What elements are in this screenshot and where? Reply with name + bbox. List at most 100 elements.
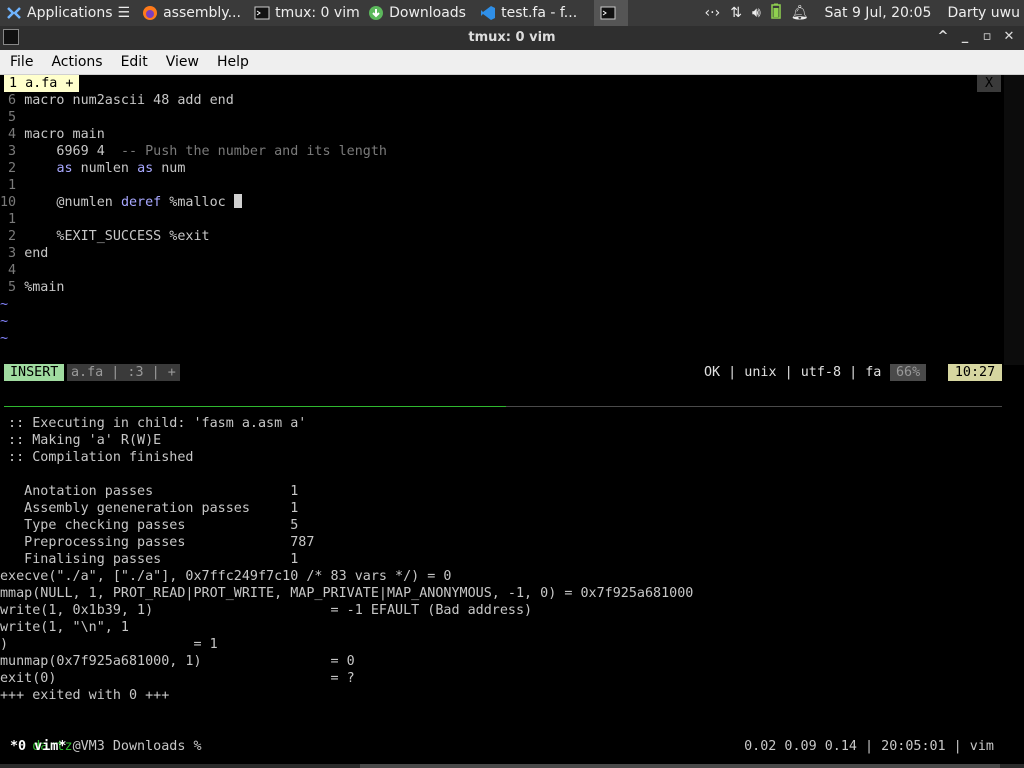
- code-text: %malloc: [161, 195, 234, 210]
- scrollbar[interactable]: [1004, 75, 1024, 365]
- menu-actions[interactable]: Actions: [42, 54, 111, 70]
- code-keyword: as: [137, 161, 154, 176]
- line-number: 3: [0, 144, 17, 159]
- code-text: 6969 4: [24, 144, 121, 159]
- menu-file[interactable]: File: [0, 54, 42, 70]
- scrollbar-thumb[interactable]: [360, 764, 1000, 768]
- menu-help[interactable]: Help: [208, 54, 258, 70]
- code-text: num: [153, 161, 186, 176]
- task-tmux[interactable]: tmux: 0 vim: [248, 0, 362, 26]
- task-label: assembly...: [163, 5, 241, 21]
- vim-line[interactable]: 3 6969 4 -- Push the number and its leng…: [0, 143, 387, 160]
- close-button[interactable]: ✕: [1000, 28, 1018, 46]
- vim-tab-close[interactable]: X: [977, 75, 1001, 92]
- vim-mode: INSERT: [4, 364, 65, 381]
- output-line: ) = 1: [0, 637, 218, 652]
- code-text: macro num2ascii 48 add end: [24, 93, 234, 108]
- task-vscode[interactable]: test.fa - f...: [474, 0, 590, 26]
- tmux-status-right: 0.02 0.09 0.14 | 20:05:01 | vim: [744, 739, 994, 754]
- terminal-icon: [600, 5, 616, 21]
- minimize-button[interactable]: _: [956, 28, 974, 46]
- pane-separator-active: [4, 406, 506, 407]
- tmux-window[interactable]: *0 vim*: [10, 737, 66, 757]
- network-icon[interactable]: ‹·›: [705, 5, 721, 21]
- download-icon: [368, 5, 384, 21]
- maximize-button[interactable]: ▫: [978, 28, 996, 46]
- code-text: @numlen: [24, 195, 121, 210]
- vim-tab[interactable]: 1 a.fa +: [4, 75, 79, 92]
- code-keyword: as: [56, 161, 73, 176]
- vim-cursor-position: 10:27: [948, 364, 1002, 381]
- transfer-icon[interactable]: ⇅: [730, 5, 742, 21]
- separator: ☰: [117, 5, 131, 21]
- output-line: write(1, 0x1b39, 1) = -1 EFAULT (Bad add…: [0, 603, 533, 618]
- output-line: :: Compilation finished: [0, 450, 194, 465]
- line-number: 5: [0, 110, 17, 125]
- vim-empty-line-marker: ~: [0, 314, 9, 329]
- code-text: macro main: [24, 127, 105, 142]
- battery-icon[interactable]: [771, 3, 781, 23]
- vim-line[interactable]: 3 end: [0, 245, 48, 262]
- code-text: numlen: [72, 161, 138, 176]
- text-cursor: [233, 194, 242, 208]
- task-label: Downloads: [389, 5, 466, 21]
- code-text: %main: [24, 280, 65, 295]
- line-number: 4: [0, 263, 17, 278]
- line-number: 10: [0, 195, 17, 210]
- tmux-statusbar: *0 vim* 0.02 0.09 0.14 | 20:05:01 | vim: [0, 737, 1024, 757]
- output-line: munmap(0x7f925a681000, 1) = 0: [0, 654, 355, 669]
- task-downloads[interactable]: Downloads: [362, 0, 474, 26]
- code-text: %EXIT_SUCCESS %exit: [24, 229, 210, 244]
- vim-empty-line-marker: ~: [0, 331, 9, 346]
- volume-icon[interactable]: 🔊︎: [752, 5, 761, 21]
- menu-view[interactable]: View: [157, 54, 208, 70]
- line-number: 5: [0, 280, 17, 295]
- output-line: exit(0) = ?: [0, 671, 355, 686]
- line-number: 1: [0, 178, 17, 193]
- vim-line[interactable]: 5: [0, 109, 24, 126]
- line-number: 2: [0, 161, 17, 176]
- window-titlebar[interactable]: tmux: 0 vim ^ _ ▫ ✕: [0, 26, 1024, 50]
- output-line: :: Executing in child: 'fasm a.asm a': [0, 416, 307, 431]
- terminal-area[interactable]: 1 a.fa + X 6 macro num2ascii 48 add end …: [0, 75, 1024, 768]
- firefox-icon: [142, 5, 158, 21]
- applications-label: Applications: [27, 5, 113, 21]
- vim-line[interactable]: 1: [0, 211, 24, 228]
- code-comment: -- Push the number and its length: [120, 144, 387, 159]
- top-panel: Applications ☰ assembly... tmux: 0 vim D…: [0, 0, 1024, 26]
- notification-bell-icon[interactable]: 🔔︎: [791, 5, 809, 21]
- line-number: 4: [0, 127, 17, 142]
- task-terminal-active[interactable]: [594, 0, 629, 26]
- output-line: Assembly geneneration passes 1: [0, 501, 299, 516]
- user-menu[interactable]: Darty uwu: [947, 5, 1020, 21]
- vim-empty-line-marker: ~: [0, 297, 9, 312]
- menu-edit[interactable]: Edit: [112, 54, 157, 70]
- vscode-icon: [480, 5, 496, 21]
- vim-line[interactable]: 1: [0, 177, 24, 194]
- shade-button[interactable]: ^: [934, 28, 952, 46]
- vim-line[interactable]: 5 %main: [0, 279, 65, 296]
- task-firefox[interactable]: assembly...: [136, 0, 248, 26]
- system-tray: ‹·› ⇅ 🔊︎ 🔔︎ Sat 9 Jul, 20:05 Darty uwu: [705, 3, 1024, 23]
- horizontal-scrollbar[interactable]: [0, 764, 1024, 768]
- vim-line[interactable]: 10 @numlen deref %malloc: [0, 194, 242, 211]
- vim-line[interactable]: 2 %EXIT_SUCCESS %exit: [0, 228, 210, 245]
- applications-menu[interactable]: Applications ☰: [0, 0, 136, 26]
- clock[interactable]: Sat 9 Jul, 20:05: [825, 5, 932, 21]
- vim-line[interactable]: 4: [0, 262, 24, 279]
- output-line: +++ exited with 0 +++: [0, 688, 170, 703]
- vim-percent: 66%: [890, 364, 927, 381]
- vim-line[interactable]: 4 macro main: [0, 126, 105, 143]
- shell-prompt[interactable]: dartz@VM3 Downloads %: [0, 721, 210, 754]
- vim-line[interactable]: 2 as numlen as num: [0, 160, 185, 177]
- vim-line[interactable]: 6 macro num2ascii 48 add end: [0, 92, 234, 109]
- line-number: 6: [0, 93, 17, 108]
- vim-file-format: OK | unix | utf-8 | fa: [704, 365, 882, 380]
- line-number: 1: [0, 212, 17, 227]
- output-line: mmap(NULL, 1, PROT_READ|PROT_WRITE, MAP_…: [0, 586, 694, 601]
- output-line: :: Making 'a' R(W)E: [0, 433, 162, 448]
- task-label: test.fa - f...: [501, 5, 578, 21]
- vim-tabline: 1 a.fa + X: [0, 75, 1024, 92]
- terminal-icon: [254, 5, 270, 21]
